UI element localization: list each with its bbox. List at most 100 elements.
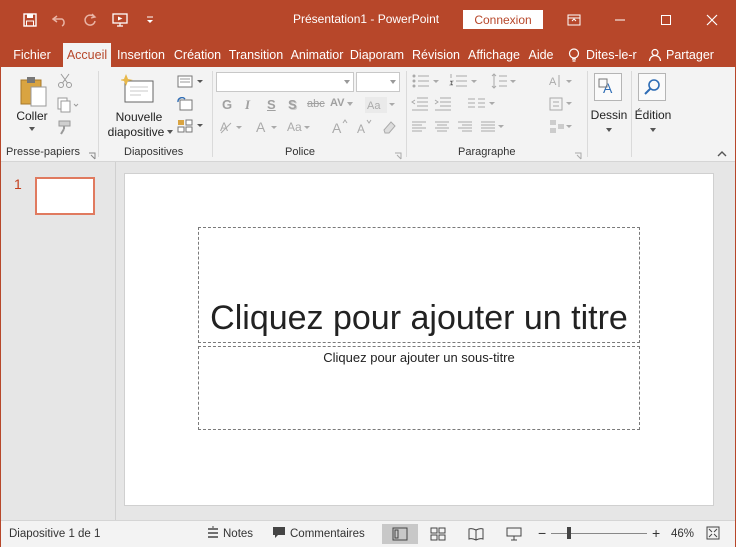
tab-insertion[interactable]: Insertion bbox=[114, 43, 168, 67]
cut-icon[interactable] bbox=[57, 73, 73, 92]
decrease-indent-icon[interactable] bbox=[411, 97, 429, 114]
italic-button[interactable]: I bbox=[245, 97, 250, 113]
zoom-slider-track[interactable] bbox=[551, 533, 647, 534]
font-launcher-icon[interactable] bbox=[394, 149, 402, 160]
slide-canvas[interactable]: Cliquez pour ajouter un titre Cliquez po… bbox=[124, 173, 714, 506]
format-painter-icon[interactable] bbox=[57, 119, 73, 138]
zoom-slider-thumb[interactable] bbox=[567, 527, 571, 539]
numbering-icon[interactable] bbox=[449, 73, 479, 92]
decrease-font-size-icon[interactable]: A bbox=[356, 119, 374, 138]
notes-icon[interactable] bbox=[206, 526, 220, 543]
editing-search-icon[interactable] bbox=[638, 73, 666, 101]
tell-me-search[interactable]: Dites-le-r bbox=[564, 43, 640, 67]
maximize-icon[interactable] bbox=[643, 1, 689, 39]
collapse-ribbon-icon[interactable] bbox=[717, 147, 727, 161]
new-slide-icon[interactable] bbox=[119, 73, 155, 108]
close-icon[interactable] bbox=[689, 1, 735, 39]
group-label-font: Police bbox=[285, 146, 315, 158]
shadow-button[interactable]: S bbox=[288, 97, 297, 112]
comments-button[interactable]: Commentaires bbox=[290, 528, 365, 540]
add-remove-columns-icon[interactable] bbox=[467, 97, 497, 114]
svg-text:Aa: Aa bbox=[287, 120, 302, 134]
tab-animation[interactable]: Animatior bbox=[288, 43, 346, 67]
slideshow-view-icon[interactable] bbox=[496, 524, 532, 544]
clipboard-launcher-icon[interactable] bbox=[88, 149, 96, 160]
font-size-combo[interactable] bbox=[356, 72, 400, 92]
layout-icon[interactable] bbox=[177, 75, 205, 92]
text-highlight-icon[interactable]: Aa bbox=[286, 119, 312, 138]
bullets-icon[interactable] bbox=[411, 73, 441, 92]
start-slideshow-icon[interactable] bbox=[105, 10, 135, 30]
share-label: Partager bbox=[666, 48, 714, 62]
normal-view-icon[interactable] bbox=[382, 524, 418, 544]
tab-revision[interactable]: Révision bbox=[410, 43, 462, 67]
bold-button[interactable]: G bbox=[222, 97, 232, 112]
new-slide-label-line1[interactable]: Nouvelle bbox=[105, 110, 173, 124]
undo-icon[interactable] bbox=[45, 10, 75, 30]
tell-me-label: Dites-le-r bbox=[586, 48, 637, 62]
section-icon[interactable] bbox=[177, 119, 205, 136]
zoom-out-button[interactable]: − bbox=[538, 525, 546, 541]
tab-aide[interactable]: Aide bbox=[526, 43, 556, 67]
title-placeholder[interactable]: Cliquez pour ajouter un titre bbox=[198, 227, 640, 343]
editing-label[interactable]: Édition bbox=[631, 108, 675, 122]
editing-dropdown-icon[interactable] bbox=[650, 128, 656, 132]
underline-button[interactable]: S bbox=[267, 97, 276, 112]
tab-creation[interactable]: Création bbox=[171, 43, 224, 67]
comments-icon[interactable] bbox=[272, 526, 286, 543]
slide-sorter-view-icon[interactable] bbox=[420, 524, 456, 544]
drawing-label[interactable]: Dessin bbox=[589, 108, 629, 122]
increase-font-size-icon[interactable]: A bbox=[331, 119, 349, 138]
fit-to-window-icon[interactable] bbox=[706, 526, 720, 543]
font-color-icon[interactable]: A bbox=[255, 119, 281, 138]
justify-icon[interactable] bbox=[480, 121, 506, 136]
zoom-in-button[interactable]: + bbox=[652, 525, 660, 541]
tab-diaporama[interactable]: Diaporam bbox=[348, 43, 406, 67]
reset-slide-icon[interactable] bbox=[177, 96, 193, 114]
clear-formatting-icon[interactable]: A bbox=[219, 119, 245, 138]
align-right-icon[interactable] bbox=[457, 121, 473, 136]
drawing-shapes-icon[interactable]: A bbox=[594, 73, 622, 101]
strikethrough-button[interactable]: abc bbox=[307, 98, 325, 110]
subtitle-placeholder[interactable]: Cliquez pour ajouter un sous-titre bbox=[198, 346, 640, 430]
svg-text:A: A bbox=[256, 119, 266, 135]
paragraph-launcher-icon[interactable] bbox=[574, 149, 582, 160]
convert-to-smartart-icon[interactable] bbox=[549, 119, 573, 138]
copy-icon[interactable] bbox=[57, 97, 79, 116]
group-label-clipboard: Presse-papiers bbox=[6, 146, 80, 158]
window-title: Présentation1 - PowerPoint bbox=[293, 12, 440, 26]
customize-qat-icon[interactable] bbox=[135, 10, 165, 30]
paste-icon[interactable] bbox=[19, 75, 49, 110]
font-family-combo[interactable] bbox=[216, 72, 354, 92]
notes-button[interactable]: Notes bbox=[223, 528, 253, 540]
paste-dropdown-icon[interactable] bbox=[29, 127, 35, 131]
spacing-dropdown-icon[interactable] bbox=[347, 102, 353, 106]
tab-transition[interactable]: Transition bbox=[227, 43, 285, 67]
paste-label[interactable]: Coller bbox=[9, 109, 55, 123]
tab-affichage[interactable]: Affichage bbox=[465, 43, 523, 67]
ribbon-tabs: Fichier Accueil Insertion Création Trans… bbox=[1, 39, 735, 67]
increase-indent-icon[interactable] bbox=[434, 97, 452, 114]
minimize-icon[interactable] bbox=[597, 1, 643, 39]
save-icon[interactable] bbox=[15, 10, 45, 30]
align-left-icon[interactable] bbox=[411, 121, 427, 136]
eraser-icon[interactable] bbox=[381, 119, 397, 138]
drawing-dropdown-icon[interactable] bbox=[606, 128, 612, 132]
zoom-level[interactable]: 46% bbox=[671, 528, 694, 540]
align-center-icon[interactable] bbox=[434, 121, 450, 136]
new-slide-dropdown-icon[interactable] bbox=[167, 130, 173, 134]
tab-fichier[interactable]: Fichier bbox=[7, 43, 57, 67]
change-case-icon[interactable]: Aa bbox=[365, 97, 395, 116]
line-spacing-icon[interactable] bbox=[491, 73, 517, 92]
tab-accueil[interactable]: Accueil bbox=[63, 43, 111, 67]
reading-view-icon[interactable] bbox=[458, 524, 494, 544]
character-spacing-button[interactable]: AV bbox=[330, 97, 344, 109]
ribbon-display-options-icon[interactable] bbox=[551, 1, 597, 39]
slide-thumbnail[interactable] bbox=[35, 177, 95, 215]
share-button[interactable]: Partager bbox=[646, 43, 718, 67]
connexion-button[interactable]: Connexion bbox=[463, 10, 543, 29]
new-slide-label-line2[interactable]: diapositive bbox=[101, 125, 171, 139]
align-text-icon[interactable] bbox=[549, 97, 573, 114]
repeat-icon[interactable] bbox=[75, 10, 105, 30]
text-direction-icon[interactable]: A bbox=[549, 73, 573, 92]
